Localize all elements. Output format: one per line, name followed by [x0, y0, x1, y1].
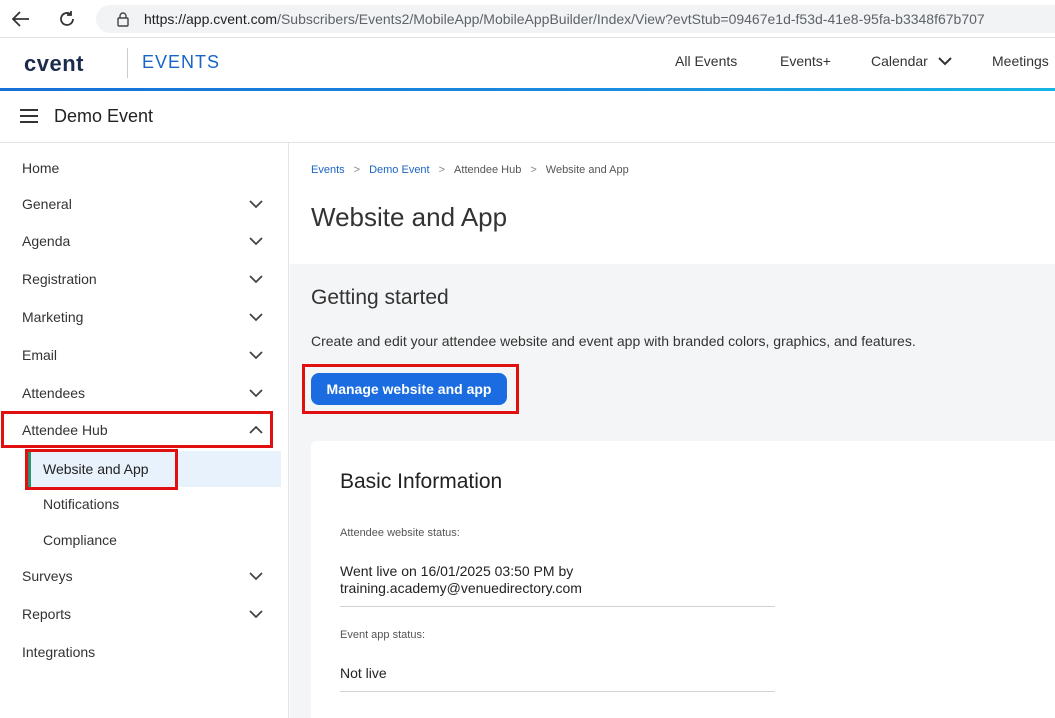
event-bar: Demo Event	[0, 91, 1055, 143]
divider	[340, 691, 775, 692]
sidebar-item-integrations[interactable]: Integrations	[0, 634, 282, 670]
sidebar-item-marketing[interactable]: Marketing	[0, 299, 282, 335]
manage-website-and-app-button[interactable]: Manage website and app	[311, 373, 507, 405]
breadcrumb-separator: >	[530, 164, 537, 176]
browser-toolbar: https://app.cvent.com/Subscribers/Events…	[0, 0, 1055, 38]
breadcrumb-current: Website and App	[545, 164, 629, 176]
event-title: Demo Event	[54, 106, 154, 126]
sidebar-item-attendees[interactable]: Attendees	[0, 375, 282, 411]
chevron-up-icon	[249, 425, 263, 434]
sidebar-item-attendee-hub[interactable]: Attendee Hub	[0, 412, 282, 448]
sidebar-item-home[interactable]: Home	[0, 150, 282, 186]
sidebar-item-compliance[interactable]: Compliance	[0, 522, 282, 558]
basic-information-card: Basic Information Attendee website statu…	[311, 441, 1055, 718]
sidebar-item-label: Agenda	[22, 233, 71, 249]
nav-events-plus[interactable]: Events+	[780, 53, 831, 69]
sidebar-item-label: Email	[22, 347, 58, 363]
url-text: https://app.cvent.com/Subscribers/Events…	[144, 11, 985, 27]
reload-button[interactable]	[52, 4, 82, 34]
website-status-label: Attendee website status:	[340, 527, 460, 539]
sidebar-item-label: General	[22, 196, 72, 212]
breadcrumb-separator: >	[438, 164, 446, 176]
arrow-left-icon	[12, 11, 29, 27]
sidebar-item-label: Integrations	[22, 644, 96, 660]
reload-icon	[60, 11, 74, 26]
sidebar-item-surveys[interactable]: Surveys	[0, 558, 282, 594]
getting-started-description: Create and edit your attendee website an…	[311, 333, 916, 349]
nav-meetings[interactable]: Meetings	[992, 53, 1049, 69]
breadcrumb-attendee-hub: Attendee Hub	[454, 164, 522, 176]
sidebar-item-label: Attendee Hub	[22, 422, 108, 438]
app-header: cvent EVENTS All Events Events+ Calendar…	[0, 38, 1055, 88]
sidebar-item-notifications[interactable]: Notifications	[0, 486, 282, 522]
nav-all-events[interactable]: All Events	[675, 53, 737, 69]
chevron-down-icon	[249, 610, 263, 619]
menu-icon[interactable]	[20, 109, 38, 123]
sidebar-item-registration[interactable]: Registration	[0, 261, 282, 297]
chevron-down-icon	[249, 275, 263, 284]
chevron-down-icon	[249, 237, 263, 246]
nav-calendar[interactable]: Calendar	[871, 53, 952, 69]
sidebar-item-label: Home	[22, 160, 60, 176]
nav-calendar-label: Calendar	[871, 53, 928, 69]
sidebar-item-label: Notifications	[43, 496, 120, 512]
sidebar-item-general[interactable]: General	[0, 186, 282, 222]
sidebar-item-label: Marketing	[22, 309, 84, 325]
breadcrumb-separator: >	[353, 164, 361, 176]
website-status-value: Went live on 16/01/2025 03:50 PM by trai…	[340, 563, 760, 597]
sidebar-item-label: Registration	[22, 271, 97, 287]
sidebar-item-label: Website and App	[43, 461, 149, 477]
app-status-label: Event app status:	[340, 629, 425, 641]
cvent-logo[interactable]: cvent	[24, 51, 84, 77]
breadcrumb-demo-event[interactable]: Demo Event	[369, 164, 430, 176]
chevron-down-icon	[249, 200, 263, 209]
app-status-value: Not live	[340, 665, 387, 681]
sidebar-item-reports[interactable]: Reports	[0, 596, 282, 632]
website-status-email: training.academy@venuedirectory.com	[340, 580, 582, 596]
website-status-line: Went live on 16/01/2025 03:50 PM by	[340, 563, 574, 579]
lock-icon	[114, 10, 132, 28]
page-title: Website and App	[311, 202, 508, 232]
chevron-down-icon	[249, 313, 263, 322]
breadcrumb: Events > Demo Event > Attendee Hub > Web…	[311, 164, 629, 176]
sidebar: Home General Agenda Registration Marketi…	[0, 143, 289, 718]
product-label: EVENTS	[142, 52, 221, 72]
address-bar[interactable]: https://app.cvent.com/Subscribers/Events…	[96, 5, 1055, 33]
sidebar-item-website-and-app[interactable]: Website and App	[28, 451, 281, 487]
basic-information-title: Basic Information	[340, 470, 503, 493]
sidebar-item-agenda[interactable]: Agenda	[0, 223, 282, 259]
sidebar-item-label: Reports	[22, 606, 72, 622]
sidebar-item-label: Attendees	[22, 385, 86, 401]
chevron-down-icon	[249, 351, 263, 360]
getting-started-title: Getting started	[311, 286, 449, 309]
breadcrumb-events[interactable]: Events	[311, 164, 345, 176]
back-button[interactable]	[6, 4, 36, 34]
chevron-down-icon	[249, 389, 263, 398]
divider	[340, 606, 775, 607]
sidebar-item-label: Compliance	[43, 532, 117, 548]
sidebar-item-email[interactable]: Email	[0, 337, 282, 373]
chevron-down-icon	[938, 56, 952, 65]
chevron-down-icon	[249, 572, 263, 581]
sidebar-item-label: Surveys	[22, 568, 73, 584]
logo-divider	[127, 48, 128, 78]
